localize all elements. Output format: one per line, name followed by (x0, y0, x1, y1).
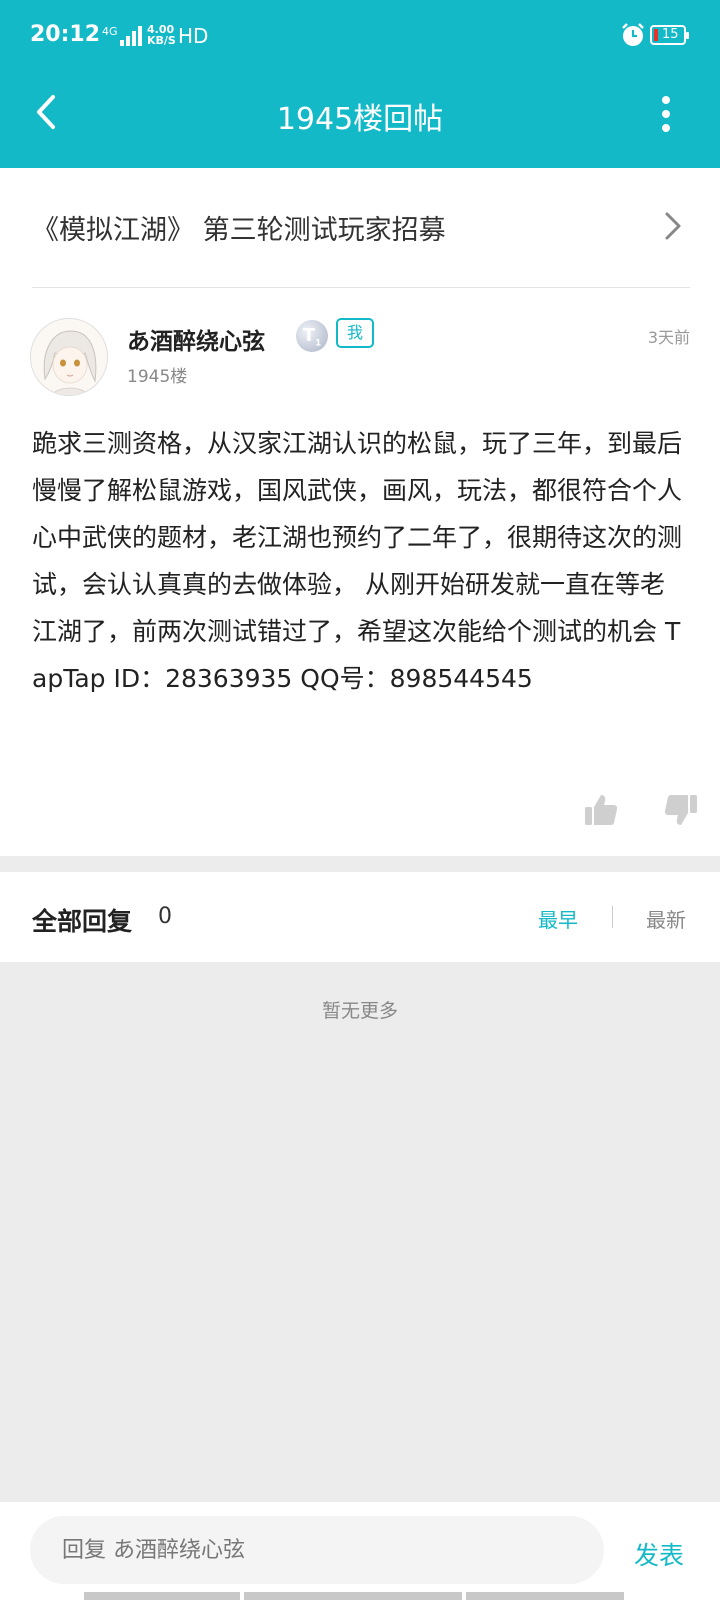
level-number: 1 (315, 338, 322, 349)
battery-level (654, 29, 658, 41)
network-speed: 4.00 KB/S (147, 24, 176, 46)
level-badge: T1 (296, 320, 328, 352)
topic-link[interactable]: 《模拟江湖》 第三轮测试玩家招募 (0, 168, 720, 288)
status-bar: 20:12 4G 4.00 KB/S HD 15 (0, 0, 720, 72)
post-body: 跪求三测资格，从汉家江湖认识的松鼠，玩了三年，到最后慢慢了解松鼠游戏，国风武侠，… (32, 429, 683, 693)
status-time: 20:12 (30, 22, 101, 47)
more-options-button[interactable] (648, 92, 684, 136)
replies-title: 全部回复 (32, 907, 133, 936)
replies-count: 0 (158, 904, 172, 929)
alarm-icon (622, 23, 644, 46)
app-header: 20:12 4G 4.00 KB/S HD 15 1945楼回帖 (0, 0, 720, 168)
post-time: 3天前 (647, 328, 690, 347)
chevron-right-icon (665, 212, 681, 240)
network-type: 4G (102, 25, 118, 38)
reply-input[interactable] (30, 1516, 604, 1584)
signal-icon (120, 26, 142, 46)
thumbs-up-icon (585, 795, 618, 825)
replies-header: 全部回复 0 最早 最新 (0, 872, 720, 962)
battery-icon: 15 (650, 25, 689, 45)
topic-title: 《模拟江湖》 第三轮测试玩家招募 (32, 215, 446, 246)
level-letter: T (302, 325, 315, 346)
more-vertical-icon (662, 96, 670, 104)
no-more-text: 暂无更多 (321, 1000, 398, 1022)
sort-earliest-tab[interactable]: 最早 (538, 904, 578, 933)
avatar-image (31, 319, 107, 395)
avatar[interactable] (30, 318, 108, 396)
me-badge: 我 (336, 318, 374, 348)
sort-divider (612, 906, 613, 928)
system-nav-bar (244, 1592, 462, 1600)
hd-indicator: HD (178, 24, 209, 48)
reply-composer: 发表 (0, 1502, 720, 1600)
sort-latest-tab[interactable]: 最新 (646, 904, 686, 933)
network-speed-unit: KB/S (147, 34, 176, 47)
reply-post: あ酒醉绕心弦 T1 我 3天前 1945楼 跪求三测资格，从汉家江湖认识的松鼠，… (0, 288, 720, 856)
system-nav-bar (466, 1592, 624, 1600)
thumbs-down-icon (664, 795, 697, 825)
username[interactable]: あ酒醉绕心弦 (127, 322, 265, 356)
publish-button[interactable]: 发表 (634, 1536, 684, 1572)
battery-percent: 15 (662, 27, 679, 42)
dislike-button[interactable] (664, 793, 698, 827)
like-button[interactable] (584, 793, 618, 827)
system-nav-bar (84, 1592, 240, 1600)
floor-label: 1945楼 (127, 367, 188, 387)
page-title: 1945楼回帖 (276, 102, 444, 137)
